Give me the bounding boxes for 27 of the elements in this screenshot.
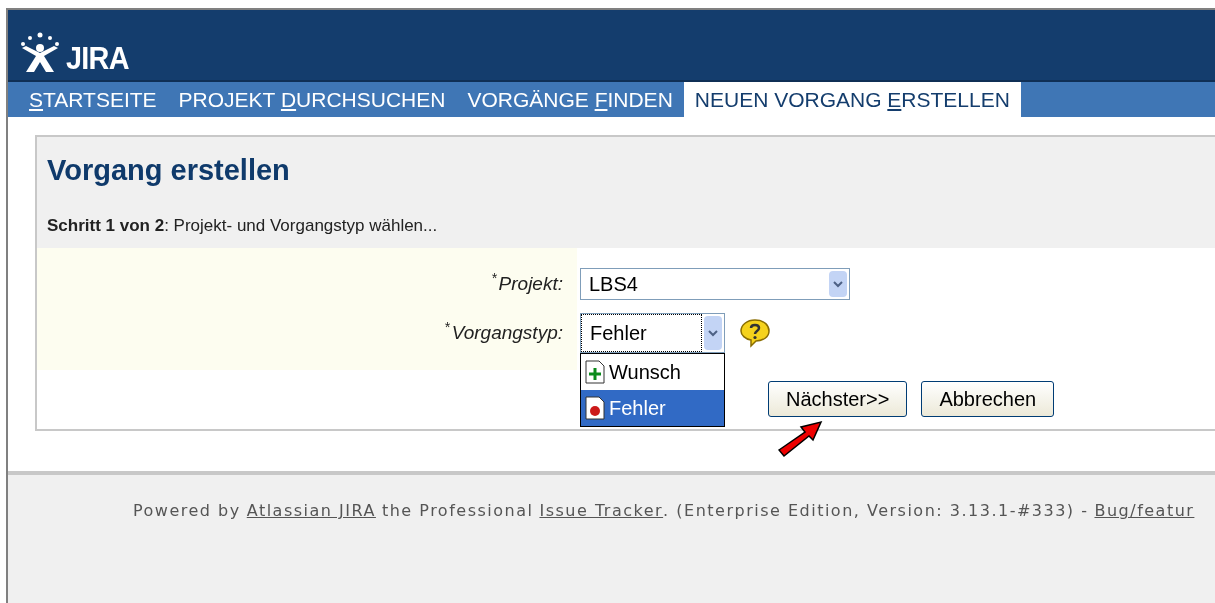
dropdown-arrow-button[interactable] xyxy=(704,316,722,350)
step-text: Schritt 1 von 2: Projekt- und Vorgangstyp wählen... xyxy=(47,214,439,237)
caret-icon xyxy=(708,329,718,337)
nav-tab[interactable]: PROJEKT DURCHSUCHEN xyxy=(167,82,457,117)
dropdown-option[interactable]: Fehler xyxy=(581,390,724,426)
nav-tab[interactable]: STARTSEITE xyxy=(18,82,168,117)
form-button[interactable]: Abbrechen xyxy=(921,381,1055,417)
page-title: Vorgang erstellen xyxy=(47,153,291,188)
field-label: $^{*}$Projekt: xyxy=(491,269,563,296)
select-field[interactable]: LBS4 xyxy=(580,268,850,300)
logo-figure-icon xyxy=(18,30,62,74)
form-button[interactable]: Nächster>> xyxy=(768,381,908,417)
footer-text: Powered by Atlassian JIRA the Professional Issue Tracker. (Enterprise Edition, Version: 3.13.1-#333) - Bug/featur xyxy=(133,499,1215,523)
footer-link[interactable]: Bug/featur xyxy=(1094,499,1195,523)
nav-tab[interactable]: NEUEN VORGANG ERSTELLEN xyxy=(683,82,1021,117)
help-icon[interactable] xyxy=(739,318,771,348)
nav-tab[interactable]: VORGÄNGE FINDEN xyxy=(456,82,684,117)
dropdown-arrow-button[interactable] xyxy=(829,271,847,297)
plus-document-icon xyxy=(585,360,605,384)
footer-link[interactable]: Issue Tracker xyxy=(539,499,664,523)
select-field[interactable]: Fehler xyxy=(580,313,725,353)
dot-document-icon xyxy=(585,396,605,420)
caret-icon xyxy=(833,280,843,288)
field-label: $^{*}$Vorgangstyp: xyxy=(444,318,563,345)
dropdown-option[interactable]: Wunsch xyxy=(581,354,724,390)
footer-link[interactable]: Atlassian JIRA xyxy=(246,499,376,523)
logo-text: JIRA xyxy=(66,42,129,74)
